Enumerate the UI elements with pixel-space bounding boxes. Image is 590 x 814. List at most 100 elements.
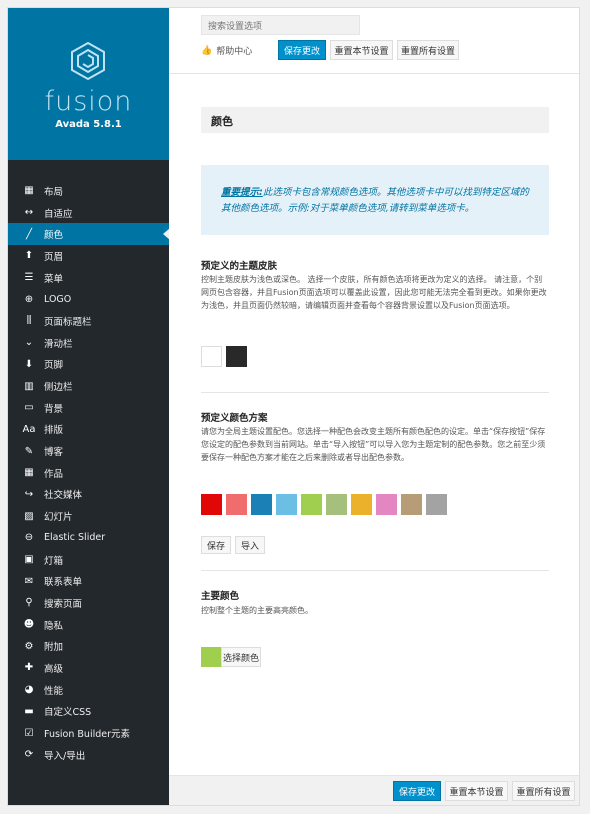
bottom-reset-section-button[interactable]: 重置本节设置 xyxy=(445,781,508,801)
sidebar-item-label: 滑动栏 xyxy=(44,338,73,350)
sidebar-item[interactable]: ↪ 社交媒体 xyxy=(8,484,169,506)
notice-strong: 重要提示: xyxy=(221,187,263,198)
sidebar-item-label: 排版 xyxy=(44,425,64,437)
sidebar-item-label: 搜索页面 xyxy=(44,598,83,610)
bottom-reset-all-button[interactable]: 重置所有设置 xyxy=(512,781,575,801)
sidebar-item[interactable]: ▭ 背景 xyxy=(8,397,169,419)
sidebar-item[interactable]: ✚ 高级 xyxy=(8,657,169,679)
columns-icon: ▥ xyxy=(24,380,34,392)
color-scheme-swatch[interactable] xyxy=(276,494,297,515)
sidebar-item-label: 作品 xyxy=(44,468,64,480)
refresh-icon: ⟳ xyxy=(24,749,34,761)
sidebar-item-label: 页眉 xyxy=(44,251,64,263)
typography-icon: Aa xyxy=(22,423,36,435)
color-scheme-swatch[interactable] xyxy=(201,494,222,515)
sidebar-item-label: 页脚 xyxy=(44,360,64,372)
reset-section-button[interactable]: 重置本节设置 xyxy=(330,40,393,60)
sidebar-item-label: 菜单 xyxy=(44,273,64,285)
color-scheme-swatch[interactable] xyxy=(351,494,372,515)
sidebar-item-label: 布局 xyxy=(44,186,64,198)
color-scheme-swatch[interactable] xyxy=(376,494,397,515)
notice-box: 重要提示:此选项卡包含常规颜色选项。其他选项卡中可以找到特定区域的其他颜色选项。… xyxy=(201,165,549,235)
search-input[interactable]: 搜索设置选项 xyxy=(201,15,360,35)
divider xyxy=(201,392,549,393)
sidebar-item[interactable]: Aa 排版 xyxy=(8,419,169,441)
sidebar-item-label: Elastic Slider xyxy=(44,532,106,544)
portfolio-grid-icon: ▦ xyxy=(24,467,34,479)
sidebar-item[interactable]: ╱ 颜色 xyxy=(8,223,170,246)
sidebar-item[interactable]: ⟳ 导入/导出 xyxy=(8,744,169,766)
dashboard-icon: ◕ xyxy=(24,684,34,696)
monitor-icon: ▭ xyxy=(24,402,34,414)
user-icon: ☻ xyxy=(23,619,35,631)
choose-color-button[interactable]: 选择颜色 xyxy=(221,647,261,667)
sidebar-item-label: 页面标题栏 xyxy=(44,316,92,328)
sidebar-item[interactable]: ▨ 幻灯片 xyxy=(8,505,169,527)
minus-circle-icon: ⊖ xyxy=(24,532,34,544)
color-scheme-swatch[interactable] xyxy=(426,494,447,515)
edit-icon: ✎ xyxy=(24,445,34,457)
help-center-link[interactable]: 👍 帮助中心 xyxy=(201,44,252,58)
sidebar-item-label: 性能 xyxy=(44,685,64,697)
sidebar-item[interactable]: ▣ 灯箱 xyxy=(8,549,169,571)
sidebar-item[interactable]: ⚲ 搜索页面 xyxy=(8,592,169,614)
sidebar-item-label: 背景 xyxy=(44,403,64,415)
checkbox-icon: ☑ xyxy=(24,727,34,739)
sidebar-item[interactable]: ▦ 布局 xyxy=(8,180,169,202)
sidebar-item[interactable]: ⬇ 页脚 xyxy=(8,354,169,376)
skin-dark-swatch[interactable] xyxy=(226,346,247,367)
sidebar-item[interactable]: ⫼ 页面标题栏 xyxy=(8,310,169,332)
scheme-save-button[interactable]: 保存 xyxy=(201,536,231,554)
thumbs-up-icon: 👍 xyxy=(201,45,213,56)
sidebar-item[interactable]: ✉ 联系表单 xyxy=(8,570,169,592)
sidebar-item-label: 颜色 xyxy=(44,230,64,242)
lightbox-icon: ▣ xyxy=(24,554,34,566)
sidebar-item[interactable]: ⌄ 滑动栏 xyxy=(8,332,169,354)
divider xyxy=(201,570,549,571)
sidebar-item[interactable]: ▦ 作品 xyxy=(8,462,169,484)
sidebar-item[interactable]: ✎ 博客 xyxy=(8,440,169,462)
scheme-import-button[interactable]: 导入 xyxy=(235,536,265,554)
sidebar-item[interactable]: ☰ 菜单 xyxy=(8,267,169,289)
bottom-save-button[interactable]: 保存更改 xyxy=(393,781,441,801)
color-scheme-swatch[interactable] xyxy=(226,494,247,515)
sidebar-item[interactable]: ☑ Fusion Builder元素 xyxy=(8,722,169,744)
sidebar-item-label: 博客 xyxy=(44,447,64,459)
primary-color-swatch[interactable] xyxy=(201,647,221,667)
sidebar-item[interactable]: ⊕ LOGO xyxy=(8,288,169,310)
sidebar-item[interactable]: ⚙ 附加 xyxy=(8,635,169,657)
color-scheme-swatch[interactable] xyxy=(251,494,272,515)
sidebar-item-label: 侧边栏 xyxy=(44,382,73,394)
menu-icon: ☰ xyxy=(24,272,34,284)
section-title: 颜色 xyxy=(201,107,549,133)
color-scheme-swatch[interactable] xyxy=(401,494,422,515)
sidebar-item-label: 自定义CSS xyxy=(44,707,92,719)
brand-header: fusion Avada 5.8.1 xyxy=(8,8,169,160)
sidebar-item-label: LOGO xyxy=(44,293,72,305)
image-icon: ▨ xyxy=(24,510,34,522)
sidebar-item-label: 高级 xyxy=(44,663,64,675)
top-toolbar: 搜索设置选项 👍 帮助中心 保存更改 重置本节设置 重置所有设置 xyxy=(169,8,579,74)
sidebar-item[interactable]: ◕ 性能 xyxy=(8,679,169,701)
search-icon: ⚲ xyxy=(25,597,33,609)
sidebar-item[interactable]: ▥ 侧边栏 xyxy=(8,375,169,397)
save-button[interactable]: 保存更改 xyxy=(278,40,326,60)
version-label: Avada 5.8.1 xyxy=(55,119,122,130)
sidebar-item[interactable]: ⬆ 页眉 xyxy=(8,245,169,267)
sidebar-item-label: 社交媒体 xyxy=(44,490,83,502)
sidebar-item[interactable]: ⊖ Elastic Slider xyxy=(8,527,169,549)
sidebar-item[interactable]: ▬ 自定义CSS xyxy=(8,701,169,723)
color-scheme-swatch[interactable] xyxy=(326,494,347,515)
arrow-up-icon: ⬆ xyxy=(24,250,34,262)
reset-all-button[interactable]: 重置所有设置 xyxy=(397,40,459,60)
color-scheme-swatch[interactable] xyxy=(301,494,322,515)
chevron-down-icon: ⌄ xyxy=(24,337,34,349)
sidebar: fusion Avada 5.8.1 ▦ 布局 ↔ 自适应 ╱ 颜色 ⬆ 页眉 ☰ 菜单 ⊕ LOGO… xyxy=(8,8,170,805)
sidebar-item[interactable]: ↔ 自适应 xyxy=(8,202,169,224)
primary-title: 主要颜色 xyxy=(201,591,240,602)
options-panel: fusion Avada 5.8.1 ▦ 布局 ↔ 自适应 ╱ 颜色 ⬆ 页眉 ☰ 菜单 ⊕ LOGO… xyxy=(7,7,580,806)
sidebar-item[interactable]: ☻ 隐私 xyxy=(8,614,169,636)
plus-circle-icon: ⊕ xyxy=(24,293,34,305)
brand-name: fusion xyxy=(44,86,133,117)
skin-light-swatch[interactable] xyxy=(201,346,222,367)
